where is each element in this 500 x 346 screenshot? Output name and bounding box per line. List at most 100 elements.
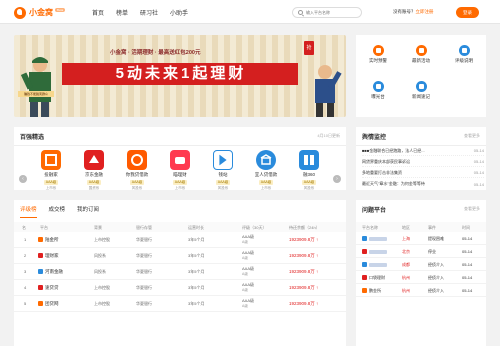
quick-link-label: 实时预警 bbox=[369, 58, 387, 63]
news-headline: 网贷界重庆本部获民事诉讼 bbox=[362, 158, 410, 164]
platform-type: 风投系 bbox=[131, 186, 143, 190]
platform-logo-icon bbox=[362, 275, 367, 280]
platform-cell[interactable]: 速贷贷 bbox=[38, 285, 59, 291]
promo-banner[interactable]: 小金窝 · 活期理财 · 最高送红包200元 赚钱不能脱离群众 5动未来1起理财… bbox=[14, 35, 346, 117]
news-icon bbox=[415, 81, 427, 92]
table-row[interactable]: 鹏金所 杭州 经侦介入 05-14 bbox=[356, 284, 486, 297]
login-button[interactable]: 登录 bbox=[456, 7, 479, 18]
quick-link-events[interactable]: 最新活动 bbox=[401, 45, 441, 64]
table-row[interactable]: 成都 经侦介入 05-14 bbox=[356, 258, 486, 271]
news-panel: 舆情监控 查看更多 ■■■金融联合已经跑路，法人已经... 05-14 网贷界重… bbox=[356, 127, 486, 190]
platform-card[interactable]: 瞄理财 AAA级 上市系 bbox=[162, 150, 198, 191]
platform-logo-icon bbox=[38, 253, 43, 258]
city-cell: 上海 bbox=[402, 236, 410, 241]
nav-ranking[interactable]: 榜单 bbox=[116, 8, 128, 17]
carousel-prev-button[interactable]: ‹ bbox=[19, 175, 27, 183]
news-item[interactable]: 网贷界重庆本部获民事诉讼 05-14 bbox=[362, 157, 484, 167]
news-headline: 多地重要打击非法集资 bbox=[362, 169, 402, 175]
platform-rating: AAA级 bbox=[258, 180, 274, 185]
news-item[interactable]: 最近天气"章水"金融：为何金等等待 05-14 bbox=[362, 179, 484, 189]
site-logo[interactable]: 小金窝 Beta bbox=[14, 6, 66, 19]
platform-card[interactable]: 京东金融 AAA级 国资系 bbox=[76, 150, 112, 191]
city-cell: 成都 bbox=[402, 262, 410, 267]
quick-link-news[interactable]: 新闻速记 bbox=[401, 81, 441, 100]
tab-rating[interactable]: 评级榜 bbox=[20, 205, 37, 218]
search-box[interactable] bbox=[292, 7, 362, 18]
carousel-next-button[interactable]: › bbox=[333, 175, 341, 183]
platform-rating: AAA级 bbox=[301, 180, 317, 185]
quick-links-panel: 实时预警 最新活动 评级说明 曝光台 新闻速记 bbox=[356, 35, 486, 117]
table-row[interactable]: 北京 停业 05-14 bbox=[356, 245, 486, 258]
news-item[interactable]: ■■■金融联合已经跑路，法人已经... 05-14 bbox=[362, 146, 484, 156]
table-row[interactable]: 1 陆金所 上市控股 华夏银行 3年5个月 AAA级 A级 1923909.8万 … bbox=[14, 232, 346, 248]
trend-up-icon: ↑ bbox=[314, 301, 319, 306]
rating-cell: AAA级 A级 bbox=[242, 234, 254, 245]
platform-rating: AAA级 bbox=[129, 180, 145, 185]
news-more-link[interactable]: 查看更多 bbox=[464, 133, 480, 139]
table-row[interactable]: 4 速贷贷 上市控股 华夏银行 3年5个月 AAA级 A级 1923909.8万 … bbox=[14, 280, 346, 296]
rating-value: AAA级 bbox=[242, 266, 255, 271]
banner-tagline: 小金窝 · 活期理财 · 最高送红包200元 bbox=[110, 50, 201, 56]
search-input[interactable] bbox=[306, 10, 356, 15]
platform-cell[interactable]: 河南金融 bbox=[38, 269, 63, 275]
problems-more-link[interactable]: 查看更多 bbox=[464, 206, 480, 212]
quick-link-alerts[interactable]: 实时预警 bbox=[358, 45, 398, 64]
platform-cell: 口袋理财 bbox=[362, 275, 385, 281]
banner-figure-right bbox=[315, 65, 342, 117]
quick-link-rating-guide[interactable]: 评级说明 bbox=[444, 45, 484, 64]
column-header: 平台 bbox=[40, 225, 48, 230]
platform-type: 上市系 bbox=[260, 186, 272, 190]
column-header: 时间 bbox=[462, 225, 470, 230]
platform-card[interactable]: 你我贷借款 AAA级 风投系 bbox=[119, 150, 155, 191]
register-link[interactable]: 立即注册 bbox=[416, 9, 434, 14]
background-cell: 上市控股 bbox=[94, 237, 110, 242]
platform-cell[interactable]: 理财家 bbox=[38, 253, 59, 259]
beta-badge: Beta bbox=[55, 7, 66, 12]
amount-value: 1923909.8万 bbox=[289, 253, 315, 258]
tab-volume[interactable]: 成交榜 bbox=[49, 205, 66, 218]
rating-sub: A级 bbox=[242, 272, 248, 276]
platform-name: 融360 bbox=[302, 172, 315, 177]
news-date: 05-14 bbox=[473, 181, 484, 187]
main-nav: 首页 榜单 研习社 小助手 bbox=[92, 8, 188, 17]
account-prompt: 没有账号？立即注册 bbox=[393, 9, 434, 15]
redacted-name bbox=[369, 262, 387, 267]
platform-cell[interactable]: 陆金所 bbox=[38, 237, 59, 243]
platform-name: 团贷网 bbox=[45, 301, 59, 306]
nav-helper[interactable]: 小助手 bbox=[170, 8, 188, 17]
problems-title: 问题平台 bbox=[362, 208, 387, 214]
trend-up-icon: ↑ bbox=[314, 269, 319, 274]
logo-icon bbox=[14, 6, 26, 19]
platform-logo-icon bbox=[41, 150, 61, 170]
column-header: 名 bbox=[22, 225, 26, 230]
column-header: 事件 bbox=[428, 225, 436, 230]
table-row[interactable]: 2 理财家 风投系 华夏银行 3年5个月 AAA级 A级 1923909.8万 ↑ bbox=[14, 248, 346, 264]
banner-left-slogan: 赚钱不能脱离群众 bbox=[18, 91, 54, 97]
table-row[interactable]: 3 河南金融 风投系 华夏银行 3年5个月 AAA级 A级 1923909.8万 … bbox=[14, 264, 346, 280]
date-cell: 05-14 bbox=[462, 262, 473, 267]
news-item[interactable]: 多地重要打击非法集资 05-14 bbox=[362, 168, 484, 178]
platform-name: 京东金融 bbox=[85, 172, 103, 177]
table-row[interactable]: 上海 提现困难 05-14 bbox=[356, 232, 486, 245]
platform-cell[interactable]: 团贷网 bbox=[38, 301, 59, 307]
platform-card[interactable]: 钱站 AAA级 风投系 bbox=[205, 150, 241, 191]
tab-subscriptions[interactable]: 我的订阅 bbox=[77, 205, 99, 218]
news-date: 05-14 bbox=[473, 148, 484, 153]
nav-home[interactable]: 首页 bbox=[92, 8, 104, 17]
rank-number: 1 bbox=[24, 237, 27, 242]
table-row[interactable]: 口袋理财 杭州 经侦介入 05-14 bbox=[356, 271, 486, 284]
platform-logo-icon bbox=[362, 262, 367, 267]
platform-card[interactable]: 融360 AAA级 风投系 bbox=[291, 150, 327, 191]
platform-card[interactable]: 投融家 AAA级 上市系 bbox=[33, 150, 69, 191]
column-header: 地区 bbox=[402, 225, 410, 230]
megaphone-icon bbox=[372, 81, 384, 92]
age-cell: 3年5个月 bbox=[188, 253, 205, 258]
top-picks-title: 百强精选 bbox=[20, 135, 45, 141]
age-cell: 3年5个月 bbox=[188, 237, 205, 242]
quick-link-exposure[interactable]: 曝光台 bbox=[358, 81, 398, 100]
nav-research[interactable]: 研习社 bbox=[140, 8, 158, 17]
platform-card[interactable]: 宜人贷借款 AAA级 上市系 bbox=[248, 150, 284, 191]
panel-divider bbox=[14, 145, 346, 146]
table-row[interactable]: 5 团贷网 上市控股 华夏银行 3年5个月 AAA级 A级 1923909.8万 … bbox=[14, 296, 346, 312]
date-cell: 05-14 bbox=[462, 249, 473, 254]
